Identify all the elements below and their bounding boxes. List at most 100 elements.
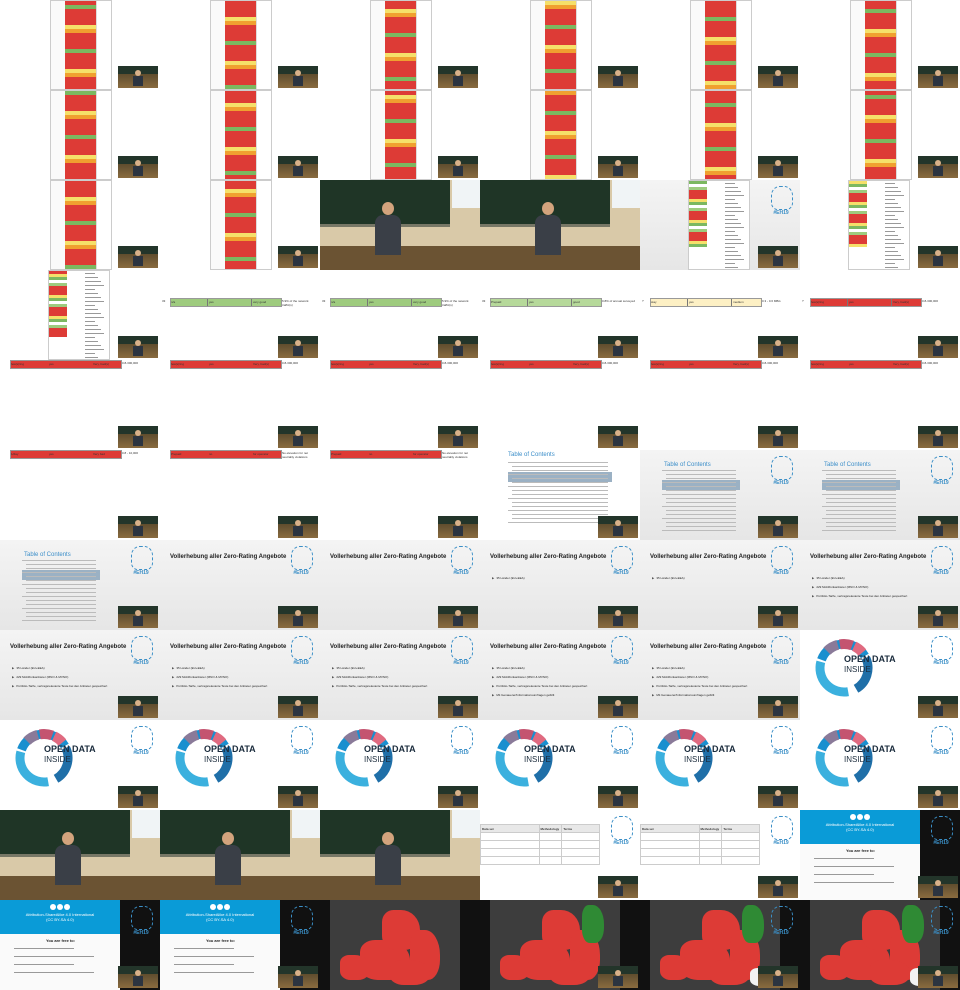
thumbnail[interactable]: Attribution-ShareAlike 4.0 International… (0, 900, 160, 990)
thumbnail[interactable]: #EH19 (800, 900, 960, 990)
thumbnail[interactable] (480, 180, 640, 270)
toc-entry[interactable] (26, 564, 96, 565)
thumbnail[interactable] (800, 90, 960, 180)
toc-entry[interactable] (26, 568, 96, 569)
thumbnail[interactable]: few(s)/ing yes Very, bad(s) 0.8-300,000 (0, 360, 160, 450)
toc-entry[interactable] (826, 486, 896, 487)
data-row-bar[interactable]: few(s)/ing yes Very, bad(s) (330, 360, 442, 369)
toc-entry[interactable] (822, 470, 896, 471)
toc-entry[interactable] (512, 466, 608, 467)
thumbnail[interactable]: Prepaid no for operator No elevation for ne… (320, 450, 480, 540)
thumbnail[interactable]: few(s)/ing yes Very, bad(s) 0.8-300,000 (480, 360, 640, 450)
thumbnail[interactable]: #EH19 (640, 900, 800, 990)
toc-entry[interactable] (26, 576, 96, 577)
toc-entry[interactable] (512, 482, 608, 483)
thumbnail[interactable] (320, 900, 480, 990)
toc-entry[interactable] (512, 518, 608, 519)
thumbnail[interactable]: Data set Methodology Terms #EH19 (640, 810, 800, 900)
data-row-bar[interactable]: few(s)/ing yes Very, bad(s) (490, 360, 602, 369)
toc-entry[interactable] (822, 482, 896, 483)
thumbnail[interactable]: #EH19 (640, 180, 800, 270)
toc-entry[interactable] (22, 560, 96, 561)
toc-entry[interactable] (22, 596, 96, 597)
thumbnail[interactable] (0, 270, 160, 360)
toc-entry[interactable] (662, 518, 736, 519)
thumbnail[interactable] (320, 180, 480, 270)
toc-entry[interactable] (22, 572, 96, 573)
toc-entry[interactable] (662, 530, 736, 531)
toc-entry[interactable] (512, 470, 608, 471)
thumbnail[interactable]: Data set Methodology Terms #EH19 (480, 810, 640, 900)
toc-entry[interactable] (826, 502, 896, 503)
toc-entry[interactable] (826, 510, 896, 511)
thumbnail[interactable] (320, 0, 480, 90)
thumbnail[interactable]: Vollerhebung aller Zero-Rating Angebote 3… (800, 540, 960, 630)
thumbnail[interactable]: OPEN DATA INSIDE #EH19 (160, 720, 320, 810)
toc-entry[interactable] (26, 616, 96, 617)
toc-entry[interactable] (662, 494, 736, 495)
thumbnail[interactable] (800, 180, 960, 270)
toc-entry[interactable] (666, 502, 736, 503)
toc-entry[interactable] (666, 490, 736, 491)
toc-entry[interactable] (512, 506, 608, 507)
thumbnail[interactable]: few(s)/ing yes Very, bad(s) 0.8-300,000 (160, 360, 320, 450)
thumbnail[interactable]: 33 n/a yes very good 5.9% of the network tra… (160, 270, 320, 360)
thumbnail[interactable] (480, 900, 640, 990)
thumbnail[interactable]: 1/day yes Very bad 0.8 - 10,000 (0, 450, 160, 540)
data-row-bar[interactable]: Prepaid yes good (490, 298, 602, 307)
data-row-bar[interactable]: Prepaid no for operator (330, 450, 442, 459)
toc-entry[interactable] (826, 522, 896, 523)
toc-entry[interactable] (26, 580, 96, 581)
toc-entry[interactable] (22, 584, 96, 585)
thumbnail[interactable]: 33 Prepaid yes good 0.8% of annual surveyed (480, 270, 640, 360)
thumbnail[interactable] (640, 90, 800, 180)
data-row-bar[interactable]: few(s)/ing yes Very, bad(s) (170, 360, 282, 369)
thumbnail[interactable]: OPEN DATA INSIDE #EH19 (800, 630, 960, 720)
toc-entry[interactable] (666, 510, 736, 511)
thumbnail[interactable]: OPEN DATA INSIDE #EH19 (480, 720, 640, 810)
thumbnail[interactable]: OPEN DATA INSIDE #EH19 (800, 720, 960, 810)
thumbnail[interactable]: ? stay yes medium 0.3 - 0.6 MB/s (640, 270, 800, 360)
data-row-bar[interactable]: stay yes medium (650, 298, 762, 307)
thumbnail[interactable]: few(s)/ing yes Very, bad(s) 0.8-300,000 (640, 360, 800, 450)
thumbnail[interactable]: Vollerhebung aller Zero-Rating Angebote 3… (640, 630, 800, 720)
thumbnail[interactable] (0, 810, 160, 900)
thumbnail[interactable]: Table of Contents (480, 450, 640, 540)
toc-entry[interactable] (512, 478, 608, 479)
thumbnail[interactable]: Attribution-ShareAlike 4.0 International… (160, 900, 320, 990)
toc-entry[interactable] (22, 620, 96, 621)
toc-entry[interactable] (508, 498, 608, 499)
thumbnail[interactable]: OPEN DATA INSIDE #EH19 (640, 720, 800, 810)
data-row-bar[interactable]: few(s)/ing yes Very, bad(s) (810, 298, 922, 307)
thumbnail[interactable] (800, 0, 960, 90)
toc-entry[interactable] (508, 474, 608, 475)
toc-entry[interactable] (666, 514, 736, 515)
toc-entry[interactable] (822, 530, 896, 531)
thumbnail[interactable]: 33 n/a yes very good 5.9% of the network tra… (320, 270, 480, 360)
toc-entry[interactable] (666, 486, 736, 487)
data-row-bar[interactable]: n/a yes very good (170, 298, 282, 307)
thumbnail[interactable]: OPEN DATA INSIDE #EH19 (0, 720, 160, 810)
toc-entry[interactable] (22, 608, 96, 609)
data-row-bar[interactable]: Prepaid no for operator (170, 450, 282, 459)
thumbnail[interactable]: Vollerhebung aller Zero-Rating Angebote 3… (0, 630, 160, 720)
toc-entry[interactable] (662, 482, 736, 483)
toc-entry[interactable] (826, 514, 896, 515)
thumbnail[interactable]: Table of Contents #EH19 (800, 450, 960, 540)
thumbnail[interactable]: Vollerhebung aller Zero-Rating Angebote 3… (480, 540, 640, 630)
thumbnail[interactable]: Prepaid no for operator No elevation for ne… (160, 450, 320, 540)
thumbnail[interactable] (160, 180, 320, 270)
thumbnail[interactable]: ? few(s)/ing yes Very, bad(s) 0.8-300,000 (800, 270, 960, 360)
thumbnail[interactable]: Vollerhebung aller Zero-Rating Angebote 3… (160, 630, 320, 720)
thumbnail[interactable]: Table of Contents #EH19 (0, 540, 160, 630)
thumbnail[interactable]: Vollerhebung aller Zero-Rating Angebote 3… (480, 630, 640, 720)
thumbnail[interactable]: Vollerhebung aller Zero-Rating Angebote 3… (640, 540, 800, 630)
data-row-bar[interactable]: few(s)/ing yes Very, bad(s) (650, 360, 762, 369)
toc-entry[interactable] (826, 498, 896, 499)
thumbnail[interactable] (0, 90, 160, 180)
thumbnail[interactable] (160, 0, 320, 90)
thumbnail[interactable] (320, 810, 480, 900)
toc-entry[interactable] (512, 502, 608, 503)
toc-entry[interactable] (26, 612, 96, 613)
toc-entry[interactable] (508, 486, 608, 487)
